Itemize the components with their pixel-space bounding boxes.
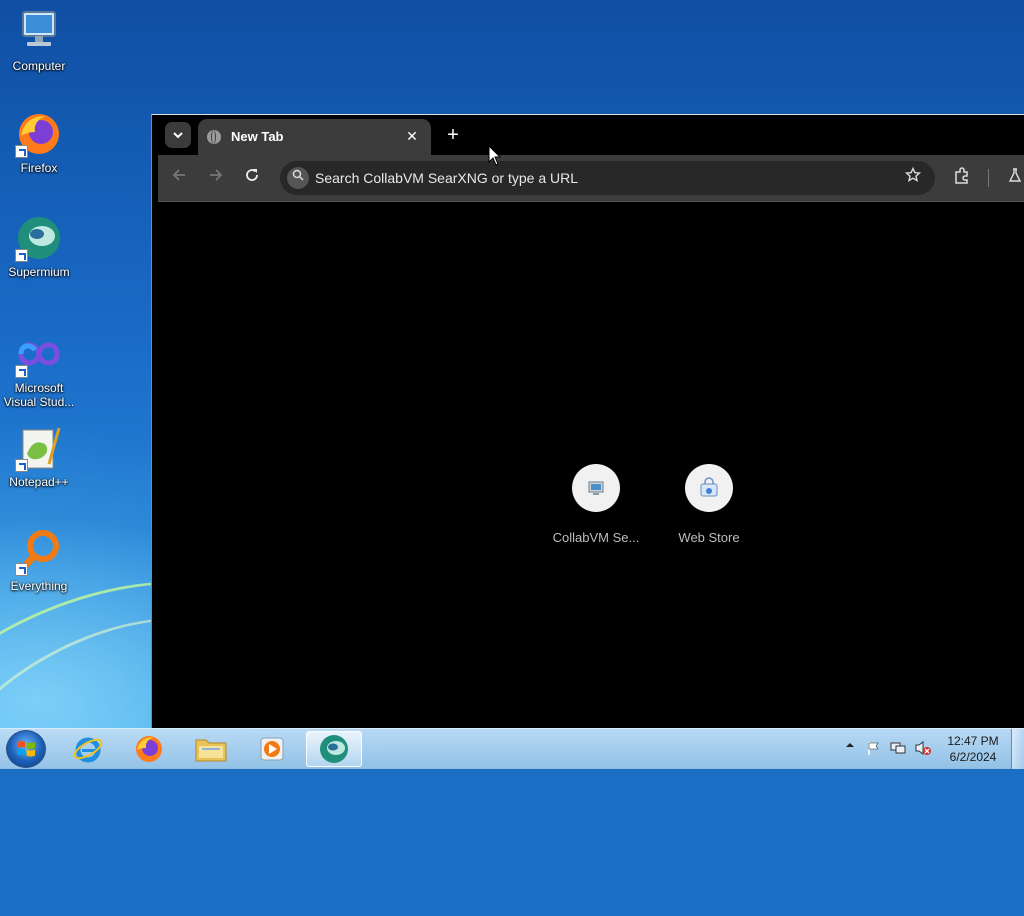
clock-date: 6/2/2024 [949,750,997,764]
shortcut-arrow-icon [15,365,28,378]
clock-time: 12:47 PM [947,734,999,748]
desktop-icon-firefox[interactable]: Firefox [2,110,76,175]
taskbar: 12:47 PM 6/2/2024 [0,728,1024,769]
new-tab-button[interactable]: + [441,123,465,147]
desktop-icon-label: Microsoft Visual Stud... [3,381,75,409]
network-icon[interactable] [890,740,906,756]
collabvm-icon [572,464,620,512]
start-button[interactable] [6,730,46,768]
chevron-down-icon [173,132,183,139]
taskbar-firefox[interactable] [121,731,177,767]
visual-studio-icon [15,330,63,378]
firefox-icon [136,736,162,762]
shortcut-arrow-icon [15,145,28,158]
show-desktop-button[interactable] [1011,729,1024,769]
desktop-icon-supermium[interactable]: Supermium [2,214,76,279]
globe-icon [207,130,221,144]
search-engine-icon [287,167,309,189]
desktop-icon-label: Supermium [8,265,70,279]
volume-muted-icon[interactable] [914,740,931,756]
bookmark-star-icon[interactable] [904,166,922,189]
forward-button[interactable] [203,166,227,190]
reload-icon [246,169,258,181]
taskbar-supermium[interactable] [306,731,362,767]
arrow-right-icon [210,169,223,181]
taskbar-file-explorer[interactable] [183,731,239,767]
tab-new-tab[interactable]: New Tab ✕ [198,119,431,155]
supermium-icon [15,214,63,262]
reload-button[interactable] [240,166,264,190]
address-bar[interactable]: Search CollabVM SearXNG or type a URL [280,161,935,195]
shortcut-arrow-icon [15,563,28,576]
desktop-icon-visual-studio[interactable]: Microsoft Visual Stud... [2,330,76,409]
taskbar-internet-explorer[interactable] [60,731,116,767]
shortcut-arrow-icon [15,249,28,262]
arrow-left-icon [172,169,185,181]
shortcut-arrow-icon [15,459,28,472]
browser-window: New Tab ✕ + Search CollabVM SearXNG or t… [151,114,1024,728]
chevron-up-icon [846,743,854,747]
action-center-flag-icon[interactable] [866,740,882,756]
extensions-puzzle-icon[interactable] [951,167,973,189]
windows-logo-icon [17,741,35,757]
computer-icon [15,8,63,56]
file-explorer-icon [195,739,227,762]
taskbar-clock[interactable]: 12:47 PM 6/2/2024 [938,733,1008,765]
new-tab-page: CollabVM Se... Web Store [158,202,1024,728]
desktop-icon-notepad-plus-plus[interactable]: Notepad++ [2,424,76,489]
shortcut-tile-collabvm[interactable]: CollabVM Se... [546,464,646,545]
desktop-icon-label: Everything [10,579,68,593]
close-tab-button[interactable]: ✕ [403,127,421,145]
everything-search-icon [15,528,63,576]
taskbar-media-player[interactable] [244,731,300,767]
back-button[interactable] [168,166,192,190]
address-bar-placeholder: Search CollabVM SearXNG or type a URL [315,170,578,186]
show-hidden-icons-button[interactable] [845,741,855,752]
tab-search-button[interactable] [165,122,191,148]
notepad-plus-plus-icon [15,424,63,472]
tab-title: New Tab [231,129,284,144]
supermium-icon [320,735,348,763]
shortcut-label: CollabVM Se... [552,530,640,545]
desktop-icon-computer[interactable]: Computer [2,8,76,73]
shortcut-label: Web Store [678,530,740,545]
desktop-icon-label: Firefox [20,161,58,175]
web-store-icon [685,464,733,512]
browser-toolbar: Search CollabVM SearXNG or type a URL [158,155,1024,202]
desktop-icon-label: Computer [12,59,66,73]
internet-explorer-icon [73,737,103,763]
mouse-cursor-icon [488,145,502,166]
toolbar-separator [988,169,989,187]
firefox-icon [15,110,63,158]
labs-flask-icon[interactable] [1004,167,1024,189]
tab-strip: New Tab ✕ + [158,115,1024,155]
media-player-icon [260,737,284,761]
shortcut-tile-web-store[interactable]: Web Store [659,464,759,545]
desktop-icon-label: Notepad++ [9,475,69,489]
desktop-icon-everything[interactable]: Everything [2,528,76,593]
